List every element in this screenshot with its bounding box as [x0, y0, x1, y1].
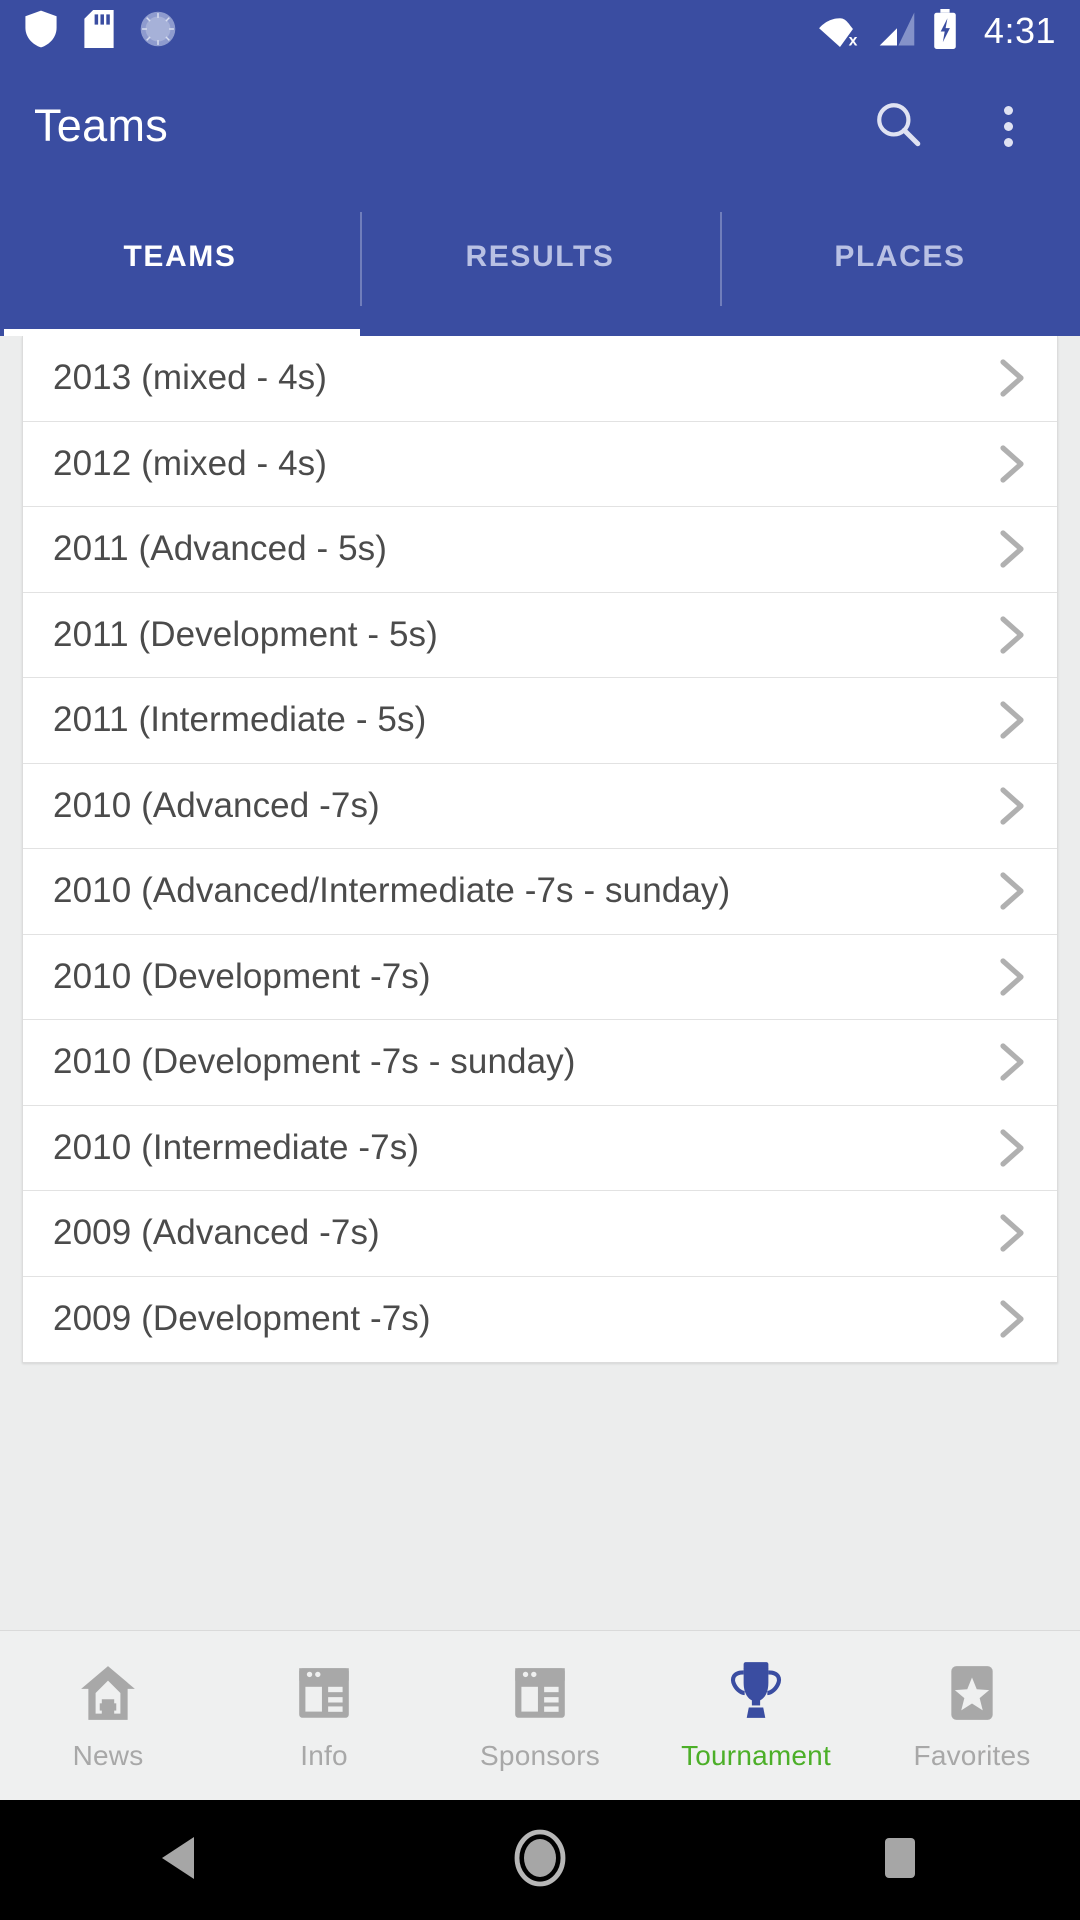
table-row[interactable]: 2010 (Development -7s)	[23, 934, 1057, 1020]
app-root: x 4:31 Teams TEAMS RESULTS PLACES 2013 (…	[0, 0, 1080, 1920]
table-row[interactable]: 2010 (Advanced/Intermediate -7s - sunday…	[23, 849, 1057, 935]
table-row[interactable]: 2010 (Advanced -7s)	[23, 763, 1057, 849]
table-row[interactable]: 2012 (mixed - 4s)	[23, 421, 1057, 507]
team-row-label: 2009 (Development -7s)	[53, 1299, 431, 1339]
team-row-label: 2013 (mixed - 4s)	[53, 358, 328, 398]
home-icon	[77, 1660, 139, 1724]
trophy-icon	[723, 1660, 789, 1724]
status-bar-left-icons	[24, 9, 176, 53]
cellular-signal-icon	[878, 11, 916, 52]
team-row-label: 2012 (mixed - 4s)	[53, 443, 328, 483]
tab-results-label: RESULTS	[465, 240, 615, 273]
tab-active-indicator	[4, 329, 360, 336]
team-row-label: 2010 (Intermediate -7s)	[53, 1127, 420, 1167]
search-icon	[873, 99, 923, 154]
article-icon	[509, 1660, 571, 1724]
table-row[interactable]: 2011 (Advanced - 5s)	[23, 507, 1057, 593]
team-row-label: 2011 (Development - 5s)	[53, 614, 438, 654]
chevron-right-icon	[995, 527, 1035, 571]
nav-item-sponsors[interactable]: Sponsors	[432, 1631, 648, 1800]
nav-item-label: Favorites	[913, 1739, 1031, 1771]
recents-square-icon	[883, 1836, 917, 1885]
chevron-right-icon	[995, 784, 1035, 828]
tab-bar: TEAMS RESULTS PLACES	[0, 190, 1080, 336]
nav-item-news[interactable]: News	[0, 1631, 216, 1800]
tab-places-label: PLACES	[834, 240, 966, 273]
nav-item-label: Sponsors	[480, 1739, 600, 1771]
chevron-right-icon	[995, 1126, 1035, 1170]
nav-item-label: News	[72, 1739, 144, 1771]
team-row-label: 2010 (Advanced -7s)	[53, 785, 380, 825]
shield-icon	[24, 10, 58, 53]
system-back-button[interactable]	[0, 1835, 360, 1886]
tab-teams-label: TEAMS	[123, 240, 237, 273]
nav-item-favorites[interactable]: Favorites	[864, 1631, 1080, 1800]
chevron-right-icon	[995, 1040, 1035, 1084]
home-circle-icon	[514, 1829, 566, 1892]
teams-list: 2013 (mixed - 4s) 2012 (mixed - 4s) 2011 (…	[22, 336, 1058, 1363]
team-row-label: 2011 (Intermediate - 5s)	[53, 700, 427, 740]
search-button[interactable]	[870, 98, 926, 154]
chevron-right-icon	[995, 955, 1035, 999]
dial-icon	[140, 11, 176, 52]
chevron-right-icon	[995, 613, 1035, 657]
chevron-right-icon	[995, 1297, 1035, 1341]
table-row[interactable]: 2010 (Intermediate -7s)	[23, 1105, 1057, 1191]
wifi-off-icon: x	[818, 11, 862, 52]
team-row-label: 2011 (Advanced - 5s)	[53, 529, 388, 569]
page-title: Teams	[34, 100, 169, 151]
chevron-right-icon	[995, 1211, 1035, 1255]
nav-item-label: Info	[300, 1739, 348, 1771]
battery-charging-icon	[932, 8, 958, 54]
chevron-right-icon	[995, 869, 1035, 913]
team-row-label: 2010 (Development -7s - sunday)	[53, 1042, 576, 1082]
nav-item-tournament[interactable]: Tournament	[648, 1631, 864, 1800]
system-recents-button[interactable]	[720, 1836, 1080, 1885]
overflow-menu-icon	[1003, 105, 1013, 147]
tab-teams[interactable]: TEAMS	[0, 190, 360, 336]
app-bar-actions	[870, 98, 1046, 154]
bottom-navigation: News Info Sponsors Tournament Favorites	[0, 1630, 1080, 1800]
back-triangle-icon	[158, 1835, 202, 1886]
tab-results[interactable]: RESULTS	[360, 190, 720, 336]
teams-list-scroll-area[interactable]: 2013 (mixed - 4s) 2012 (mixed - 4s) 2011 (…	[0, 336, 1080, 1630]
table-row[interactable]: 2013 (mixed - 4s)	[23, 336, 1057, 422]
team-row-label: 2009 (Advanced -7s)	[53, 1213, 380, 1253]
article-icon	[293, 1660, 355, 1724]
star-icon	[941, 1660, 1003, 1724]
chevron-right-icon	[995, 356, 1035, 400]
team-row-label: 2010 (Development -7s)	[53, 956, 431, 996]
nav-item-label: Tournament	[681, 1739, 831, 1771]
svg-text:x: x	[849, 32, 858, 46]
overflow-menu-button[interactable]	[980, 98, 1036, 154]
table-row[interactable]: 2009 (Advanced -7s)	[23, 1191, 1057, 1277]
app-bar: Teams	[0, 62, 1080, 190]
chevron-right-icon	[995, 698, 1035, 742]
nav-item-info[interactable]: Info	[216, 1631, 432, 1800]
status-bar-clock: 4:31	[983, 10, 1056, 51]
table-row[interactable]: 2009 (Development -7s)	[23, 1276, 1057, 1362]
table-row[interactable]: 2010 (Development -7s - sunday)	[23, 1020, 1057, 1106]
status-bar: x 4:31	[0, 0, 1080, 62]
status-bar-right-icons: x 4:31	[818, 8, 1056, 54]
system-navigation-bar	[0, 1800, 1080, 1920]
table-row[interactable]: 2011 (Intermediate - 5s)	[23, 678, 1057, 764]
chevron-right-icon	[995, 442, 1035, 486]
table-row[interactable]: 2011 (Development - 5s)	[23, 592, 1057, 678]
sd-card-icon	[84, 9, 114, 53]
system-home-button[interactable]	[360, 1829, 720, 1892]
team-row-label: 2010 (Advanced/Intermediate -7s - sunday…	[53, 871, 731, 911]
tab-places[interactable]: PLACES	[720, 190, 1080, 336]
